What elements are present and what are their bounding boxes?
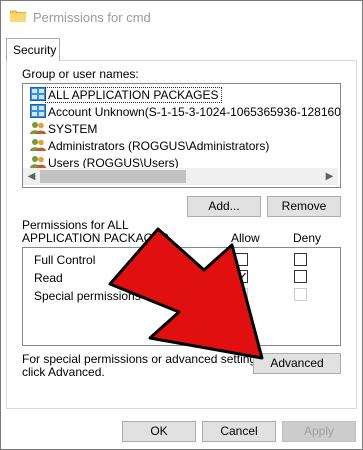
list-item[interactable]: SYSTEM [23, 120, 340, 137]
advanced-note-line2: click Advanced. [22, 365, 105, 379]
scrollbar-thumb[interactable] [40, 170, 186, 183]
scroll-left-icon[interactable]: ◀ [23, 170, 40, 183]
tab-security[interactable]: Security [6, 38, 60, 61]
user-name: Account Unknown(S-1-15-3-1024-1065365936… [48, 105, 341, 119]
allow-read-checkbox[interactable] [235, 270, 248, 283]
deny-column-header: Deny [293, 231, 322, 245]
package-icon [30, 104, 46, 118]
remove-button[interactable]: Remove [267, 196, 341, 217]
permissions-heading-line2: APPLICATION PACKAGES [22, 231, 169, 245]
allow-column-header: Allow [231, 231, 260, 245]
apply-button: Apply [282, 421, 356, 442]
user-name: SYSTEM [48, 122, 98, 136]
cancel-button[interactable]: Cancel [202, 421, 276, 442]
deny-full-control-checkbox[interactable] [294, 253, 307, 266]
advanced-button[interactable]: Advanced [253, 353, 341, 374]
permission-name: Special permissions [34, 289, 141, 303]
horizontal-scrollbar[interactable]: ◀ ▶ [23, 168, 338, 185]
allow-special-checkbox [235, 288, 248, 301]
list-item[interactable]: Account Unknown(S-1-15-3-1024-1065365936… [23, 103, 340, 120]
permission-name: Read [34, 271, 63, 285]
advanced-note-line1: For special permissions or advanced sett… [22, 352, 266, 366]
deny-special-checkbox [294, 288, 307, 301]
package-icon [30, 87, 46, 101]
permission-name: Full Control [34, 253, 96, 267]
window-title: Permissions for cmd [33, 10, 151, 25]
users-icon [30, 139, 46, 151]
title-bar: Permissions for cmd [1, 1, 362, 33]
list-item[interactable]: Administrators (ROGGUS\Administrators) [23, 137, 340, 154]
user-name: ALL APPLICATION PACKAGES [45, 87, 222, 103]
allow-full-control-checkbox[interactable] [235, 253, 248, 266]
checkmark-icon [237, 272, 246, 281]
users-icon [30, 122, 46, 134]
permissions-dialog: Permissions for cmd Security Group or us… [0, 0, 363, 450]
ok-button[interactable]: OK [122, 421, 196, 442]
tab-security-label: Security [13, 43, 57, 57]
list-item[interactable]: ALL APPLICATION PACKAGES [23, 86, 340, 103]
group-names-label: Group or user names: [22, 67, 139, 81]
scroll-right-icon[interactable]: ▶ [321, 170, 338, 183]
permissions-heading-line1: Permissions for ALL [22, 218, 129, 232]
user-name: Administrators (ROGGUS\Administrators) [48, 139, 270, 153]
users-icon [30, 156, 46, 168]
add-button[interactable]: Add... [187, 196, 261, 217]
deny-read-checkbox[interactable] [294, 270, 307, 283]
folder-icon [10, 10, 26, 22]
permissions-list: Full Control Read Special permissions [22, 247, 341, 346]
